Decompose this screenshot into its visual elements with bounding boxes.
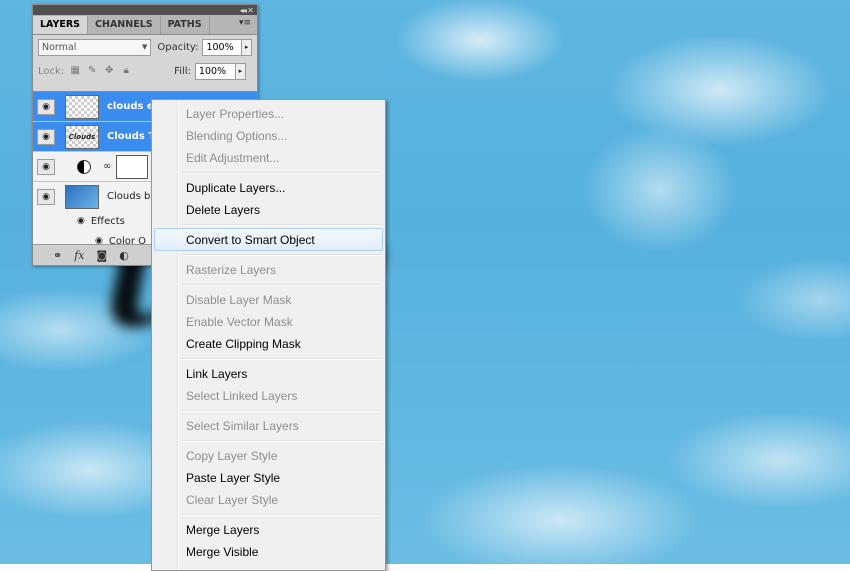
- visibility-eye-icon[interactable]: ◉: [37, 158, 55, 175]
- layer-thumbnail: [65, 184, 99, 209]
- menu-item-merge-visible[interactable]: Merge Visible: [186, 541, 258, 563]
- menu-separator: [182, 514, 382, 516]
- lock-transparent-icon[interactable]: ▦: [69, 65, 81, 77]
- opacity-label: Opacity:: [157, 41, 199, 53]
- chevron-down-icon: ▼: [141, 42, 148, 51]
- menu-item-enable-vector-mask[interactable]: Enable Vector Mask: [186, 311, 293, 333]
- visibility-eye-icon[interactable]: ◉: [37, 128, 55, 145]
- menu-gutter: [177, 102, 179, 570]
- layer-mask-thumbnail: [116, 154, 149, 179]
- menu-separator: [182, 254, 382, 256]
- lock-move-icon[interactable]: ✥: [103, 65, 115, 77]
- lock-row: Lock: ▦ ✎ ✥ 🔒︎ Fill: 100% ▸: [33, 59, 257, 83]
- add-mask-icon[interactable]: ◙: [97, 249, 108, 262]
- menu-item-paste-layer-style[interactable]: Paste Layer Style: [186, 467, 280, 489]
- visibility-eye-icon[interactable]: ◉: [37, 188, 55, 205]
- panel-collapse-bar[interactable]: ◂◂ ✕: [33, 5, 257, 15]
- opacity-field[interactable]: 100%: [202, 38, 243, 56]
- effects-eye-icon[interactable]: ◉: [77, 216, 85, 226]
- visibility-eye-icon[interactable]: ◉: [37, 98, 55, 115]
- tab-channels[interactable]: CHANNELS: [88, 16, 161, 34]
- fill-slider-arrow-icon[interactable]: ▸: [235, 62, 246, 80]
- menu-item-select-similar-layers[interactable]: Select Similar Layers: [186, 415, 299, 437]
- menu-separator: [182, 284, 382, 286]
- menu-separator: [182, 358, 382, 360]
- tab-paths[interactable]: PATHS: [161, 16, 210, 34]
- menu-separator: [182, 410, 382, 412]
- blend-mode-select[interactable]: Normal ▼: [38, 38, 152, 56]
- menu-item-merge-layers[interactable]: Merge Layers: [186, 519, 259, 541]
- layer-thumbnail: Clouds: [65, 124, 99, 149]
- tab-layers[interactable]: LAYERS: [33, 16, 89, 34]
- panel-menu-icon[interactable]: ▾≡: [239, 18, 251, 28]
- menu-item-rasterize-layers[interactable]: Rasterize Layers: [186, 259, 276, 281]
- opacity-slider-arrow-icon[interactable]: ▸: [242, 38, 252, 56]
- link-layers-icon[interactable]: ⚭: [53, 249, 62, 262]
- menu-item-create-clipping-mask[interactable]: Create Clipping Mask: [186, 333, 301, 355]
- link-chain-icon: ∞: [103, 161, 112, 172]
- fill-field[interactable]: 100%: [194, 62, 236, 80]
- menu-item-copy-layer-style[interactable]: Copy Layer Style: [186, 445, 277, 467]
- menu-item-clear-layer-style[interactable]: Clear Layer Style: [186, 489, 278, 511]
- lock-label: Lock:: [38, 65, 65, 77]
- menu-item-duplicate-layers[interactable]: Duplicate Layers...: [186, 177, 285, 199]
- panel-tabs: LAYERS CHANNELS PATHS ▾≡: [33, 15, 257, 35]
- menu-separator: [182, 440, 382, 442]
- layer-context-menu: Layer Properties... Blending Options... …: [151, 99, 386, 571]
- menu-item-link-layers[interactable]: Link Layers: [186, 363, 247, 385]
- lock-all-icon[interactable]: 🔒︎: [120, 65, 132, 77]
- menu-item-convert-to-smart-object[interactable]: Convert to Smart Object: [186, 229, 315, 251]
- adjustment-layer-icon: [77, 159, 91, 174]
- menu-item-edit-adjustment[interactable]: Edit Adjustment...: [186, 147, 279, 169]
- blend-mode-value: Normal: [42, 41, 77, 53]
- menu-item-disable-layer-mask[interactable]: Disable Layer Mask: [186, 289, 291, 311]
- lock-paint-icon[interactable]: ✎: [86, 65, 98, 77]
- menu-item-delete-layers[interactable]: Delete Layers: [186, 199, 260, 221]
- layer-thumbnail: [65, 94, 99, 119]
- menu-item-select-linked-layers[interactable]: Select Linked Layers: [186, 385, 297, 407]
- effects-label: Effects: [90, 215, 125, 227]
- fill-label: Fill:: [174, 65, 191, 77]
- blend-row: Normal ▼ Opacity: 100% ▸: [33, 35, 257, 59]
- menu-item-blending-options[interactable]: Blending Options...: [186, 125, 287, 147]
- menu-item-layer-properties[interactable]: Layer Properties...: [186, 103, 284, 125]
- menu-separator: [182, 224, 382, 226]
- adjustment-icon[interactable]: ◐: [119, 249, 129, 262]
- menu-separator: [182, 172, 382, 174]
- fx-icon[interactable]: fx: [74, 249, 84, 262]
